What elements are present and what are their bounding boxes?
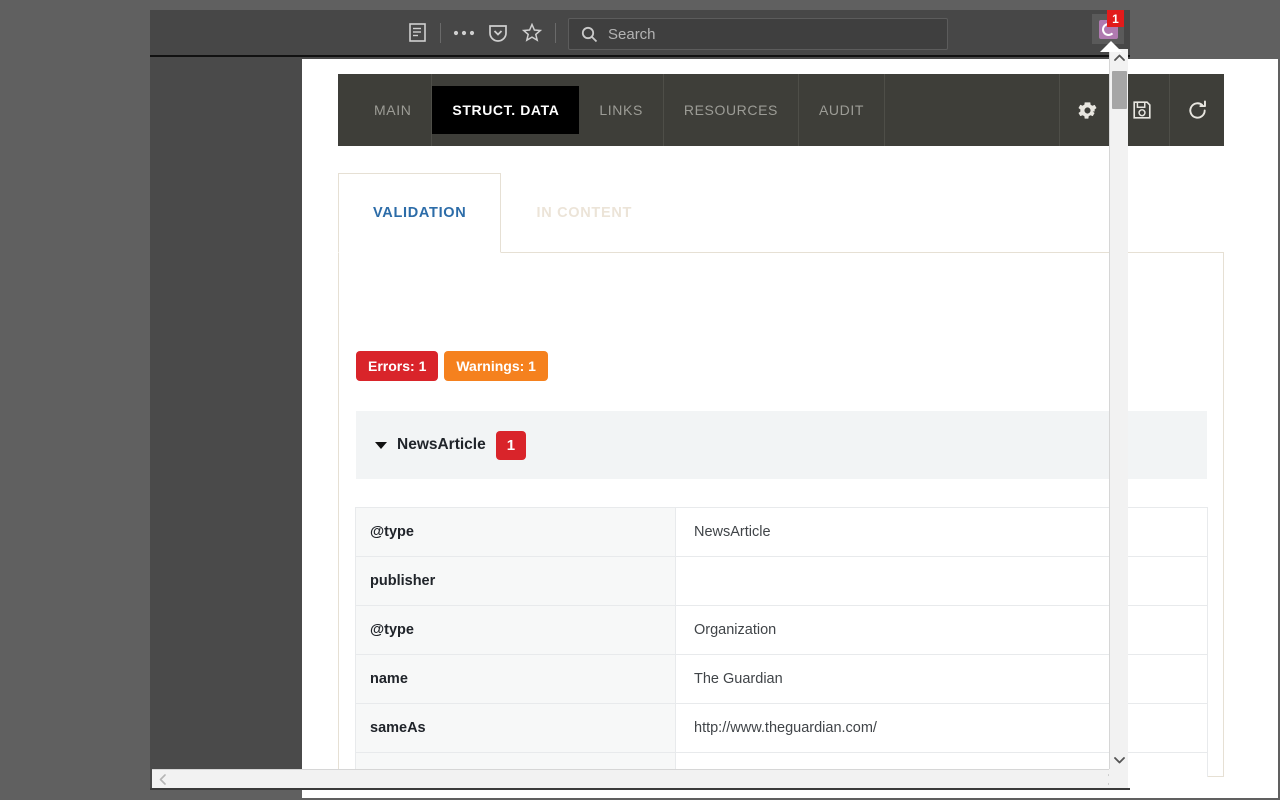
errors-badge[interactable]: Errors: 1: [356, 351, 438, 381]
search-bar[interactable]: Search: [568, 18, 948, 50]
table-row[interactable]: sameAs http://www.theguardian.com/: [356, 704, 1208, 753]
page-viewport: MAIN STRUCT. DATA LINKS RESOURCES AUDIT: [302, 59, 1278, 798]
group-error-count: 1: [496, 431, 526, 460]
table-row[interactable]: name The Guardian: [356, 655, 1208, 704]
app-nav-bar: MAIN STRUCT. DATA LINKS RESOURCES AUDIT: [338, 74, 1224, 146]
app-nav-actions: [1059, 74, 1224, 146]
table-row[interactable]: publisher: [356, 557, 1208, 606]
toolbar-icon-group: [400, 10, 562, 55]
table-row[interactable]: @type NewsArticle: [356, 508, 1208, 557]
search-icon: [581, 26, 598, 43]
search-input[interactable]: Search: [608, 26, 656, 43]
nav-tab-audit[interactable]: AUDIT: [799, 74, 885, 146]
horizontal-scrollbar[interactable]: [152, 769, 1128, 788]
extension-badge: 1: [1107, 10, 1124, 27]
summary-badges: Errors: 1 Warnings: 1: [356, 351, 548, 381]
pocket-icon[interactable]: [481, 10, 515, 55]
gear-icon[interactable]: [1059, 74, 1114, 146]
tab-in-content[interactable]: IN CONTENT: [501, 173, 667, 253]
refresh-icon[interactable]: [1169, 74, 1224, 146]
browser-toolbar: Search: [150, 10, 1130, 57]
structured-data-table: @type NewsArticle publisher @type Organi…: [355, 507, 1208, 777]
popup-pointer-arrow: [1100, 41, 1122, 52]
browser-window: Search MAIN STRUCT. DATA LINKS RESOURCES…: [150, 10, 1130, 790]
toolbar-left-spacer: [150, 10, 400, 55]
table-row[interactable]: @type Organization: [356, 606, 1208, 655]
vertical-scrollbar[interactable]: [1109, 49, 1128, 769]
toolbar-divider-2: [555, 23, 556, 43]
screen: Search MAIN STRUCT. DATA LINKS RESOURCES…: [0, 0, 1280, 800]
app-nav-tabs: MAIN STRUCT. DATA LINKS RESOURCES AUDIT: [338, 74, 885, 146]
bookmark-star-icon[interactable]: [515, 10, 549, 55]
sub-tabs: VALIDATION IN CONTENT: [338, 173, 1224, 253]
window-bottom-border: [150, 788, 1130, 790]
scrollbar-thumb[interactable]: [1112, 71, 1127, 109]
row-key: publisher: [356, 557, 676, 606]
reader-mode-icon[interactable]: [400, 10, 434, 55]
validation-panel: Errors: 1 Warnings: 1 NewsArticle 1 @typ…: [338, 252, 1224, 777]
nav-tab-links[interactable]: LINKS: [579, 74, 663, 146]
nav-tab-main[interactable]: MAIN: [354, 74, 432, 146]
row-key: @type: [356, 508, 676, 557]
scroll-left-icon[interactable]: [154, 770, 172, 788]
chevron-down-icon[interactable]: [375, 442, 387, 449]
group-name: NewsArticle: [397, 436, 486, 454]
page-actions-icon[interactable]: [447, 10, 481, 55]
tab-validation[interactable]: VALIDATION: [338, 173, 501, 253]
scroll-down-icon[interactable]: [1110, 751, 1128, 769]
table-body: @type NewsArticle publisher @type Organi…: [356, 508, 1208, 778]
group-header-newsarticle[interactable]: NewsArticle 1: [356, 411, 1207, 479]
row-key: sameAs: [356, 704, 676, 753]
row-key: @type: [356, 606, 676, 655]
scrollbar-corner: [1109, 769, 1128, 788]
toolbar-divider: [440, 23, 441, 43]
nav-tab-resources[interactable]: RESOURCES: [664, 74, 799, 146]
warnings-badge[interactable]: Warnings: 1: [444, 351, 548, 381]
row-key: name: [356, 655, 676, 704]
nav-tab-struct-data[interactable]: STRUCT. DATA: [432, 86, 579, 134]
